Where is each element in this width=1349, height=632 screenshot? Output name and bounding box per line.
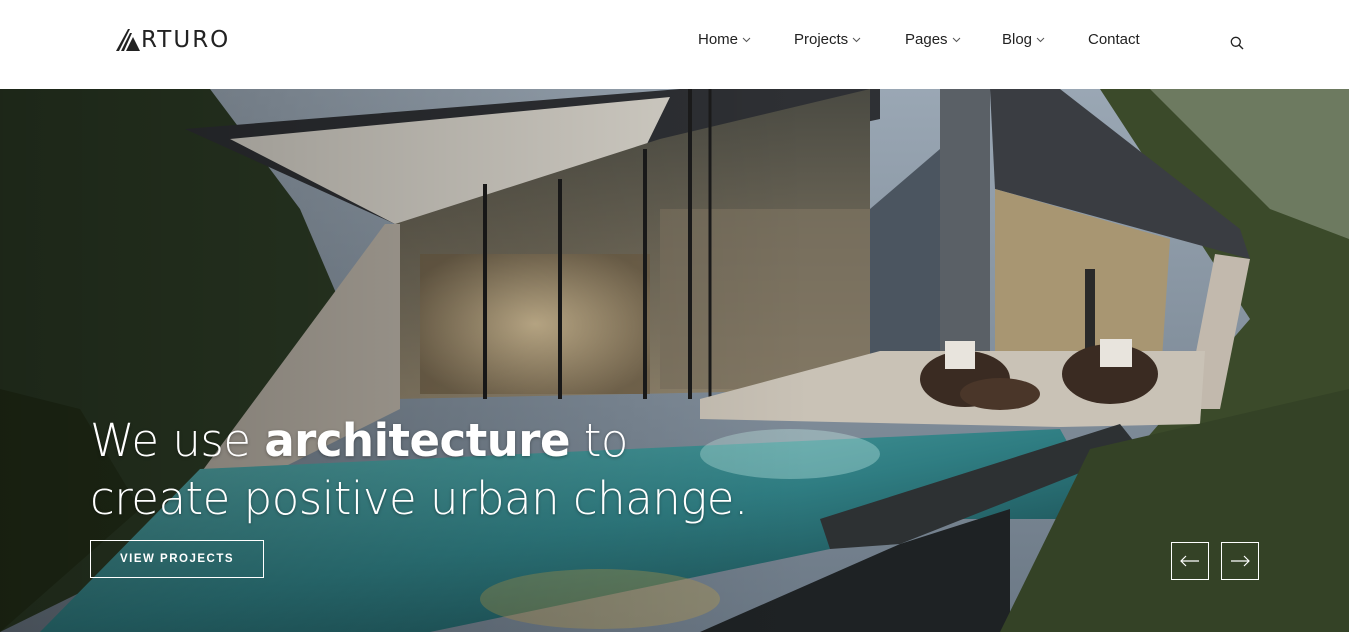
view-projects-button[interactable]: VIEW PROJECTS <box>90 540 264 578</box>
nav-item-label: Blog <box>1002 31 1033 48</box>
arrow-right-icon <box>1231 555 1250 567</box>
slider-prev-button[interactable] <box>1171 542 1209 580</box>
nav-item-home[interactable]: Home <box>698 31 751 48</box>
site-header: RTURO Home Projects Pages Blog Contact <box>0 0 1349 89</box>
search-icon[interactable] <box>1230 36 1244 50</box>
slider-next-button[interactable] <box>1221 542 1259 580</box>
chevron-down-icon <box>952 37 960 42</box>
hero-slider: We use architecture to create positive u… <box>0 89 1349 632</box>
nav-item-contact[interactable]: Contact <box>1088 31 1140 48</box>
nav-item-label: Projects <box>794 31 849 48</box>
chevron-down-icon <box>1036 37 1045 42</box>
hero-headline-line1: We use architecture to <box>90 412 748 470</box>
nav-item-pages[interactable]: Pages <box>905 31 961 48</box>
arrow-left-icon <box>1180 555 1199 567</box>
headline-post: to <box>569 414 629 467</box>
headline-pre: We use <box>90 414 265 467</box>
hero-headline: We use architecture to create positive u… <box>90 412 748 528</box>
nav-item-label: Home <box>698 31 739 48</box>
nav-item-blog[interactable]: Blog <box>1002 31 1045 48</box>
chevron-down-icon <box>742 37 751 42</box>
nav-item-projects[interactable]: Projects <box>794 31 861 48</box>
hero-headline-line2: create positive urban change. <box>90 472 748 525</box>
logo-text: RTURO <box>141 27 231 53</box>
headline-bold: architecture <box>264 414 570 467</box>
nav-item-label: Contact <box>1088 31 1140 48</box>
nav-item-label: Pages <box>905 31 948 48</box>
logo-mark-icon <box>116 29 140 51</box>
chevron-down-icon <box>852 37 861 42</box>
logo[interactable]: RTURO <box>116 27 230 53</box>
